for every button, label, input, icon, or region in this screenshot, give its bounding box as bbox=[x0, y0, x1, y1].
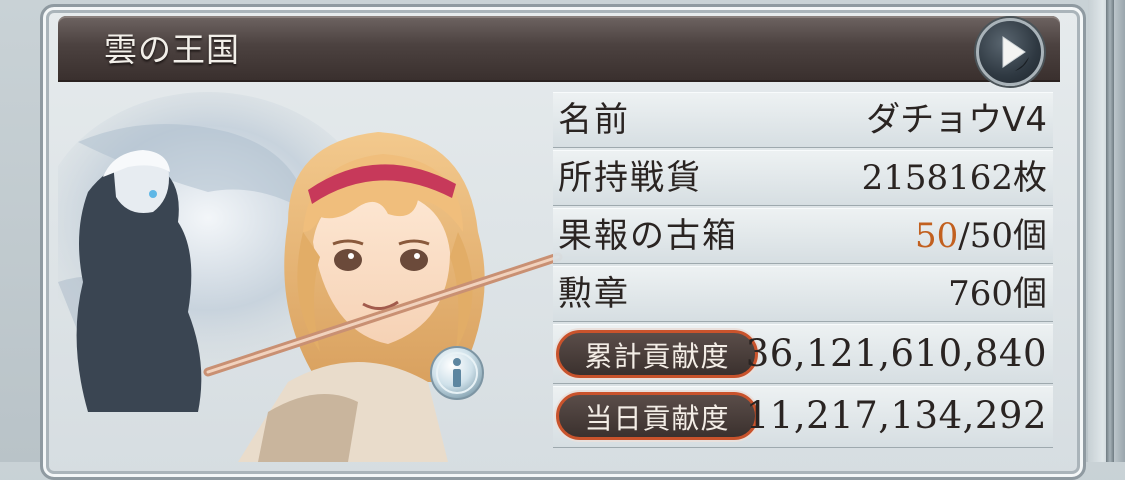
play-button[interactable] bbox=[976, 18, 1044, 86]
daily-contribution-badge: 当日貢献度 bbox=[556, 392, 758, 440]
spoils-label: 所持戦貨 bbox=[558, 158, 702, 198]
name-label: 名前 bbox=[558, 100, 630, 140]
play-triangle-icon bbox=[1002, 36, 1029, 71]
total-contribution-badge: 累計貢献度 bbox=[556, 330, 758, 378]
spoils-value: 2158162枚 bbox=[861, 158, 1047, 198]
total-contribution-value: 36,121,610,840 bbox=[745, 332, 1047, 375]
name-value: ダチョウV4 bbox=[866, 100, 1047, 140]
info-icon[interactable] bbox=[428, 344, 486, 402]
screen-right-edge bbox=[1088, 0, 1125, 462]
panel-title: 雲の王国 bbox=[104, 30, 240, 69]
medals-label: 勲章 bbox=[558, 274, 630, 314]
daily-contribution-value: 11,217,134,292 bbox=[745, 394, 1047, 437]
chests-value: 50/50個 bbox=[915, 216, 1047, 256]
chests-label: 果報の古箱 bbox=[558, 216, 738, 256]
medals-value: 760個 bbox=[948, 274, 1047, 314]
character-portrait bbox=[58, 92, 563, 462]
